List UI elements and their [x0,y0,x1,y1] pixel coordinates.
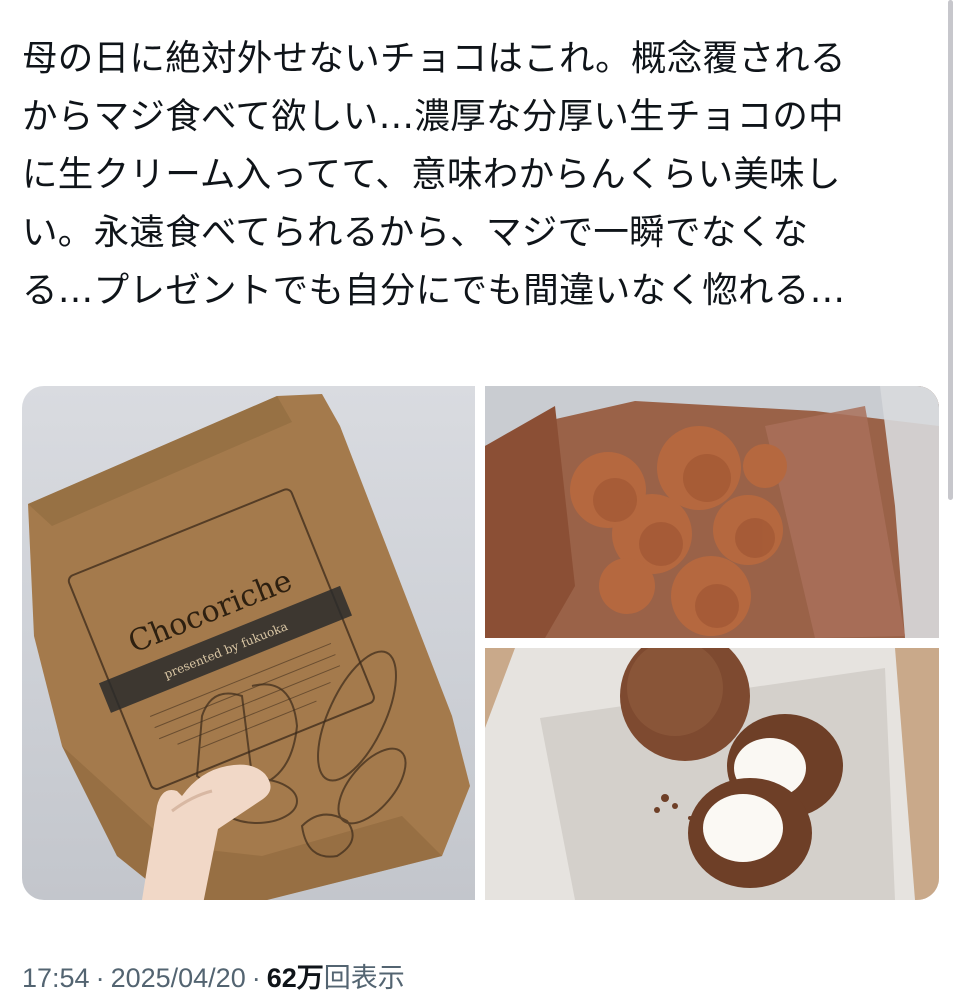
photo-truffles-in-bag[interactable] [485,386,939,638]
tweet-text-line: 母の日に絶対外せないチョコはこれ。概念覆される [22,38,846,79]
tweet-text-line: い。永遠食べてられるから、マジで一瞬でなくな [22,212,809,253]
tweet-text-line: る…プレゼントでも自分にでも間違いなく惚れる… [22,270,846,311]
views-label: 回表示 [323,963,405,993]
photo-truffle-cut-open[interactable] [485,648,939,900]
photo-chocolate-bag[interactable]: Chocoriche presented by fukuoka [22,386,475,900]
views-count: 62 [266,963,297,993]
meta-separator: · [251,963,261,993]
scrollbar[interactable] [948,0,953,500]
tweet-time[interactable]: 17:54 [22,963,90,993]
views-unit: 万 [296,963,324,993]
media-grid: Chocoriche presented by fukuoka [22,386,939,900]
tweet-date[interactable]: 2025/04/20 [111,963,246,993]
tweet-meta: 17:54 · 2025/04/20 · 62万回表示 [22,958,405,998]
meta-separator: · [95,963,105,993]
tweet-text-line: に生クリーム入ってて、意味わからんくらい美味し [22,154,841,195]
tweet-text-line: からマジ食べて欲しい…濃厚な分厚い生チョコの中 [22,96,844,137]
tweet-text: 母の日に絶対外せないチョコはこれ。概念覆される からマジ食べて欲しい…濃厚な分厚… [22,30,927,320]
